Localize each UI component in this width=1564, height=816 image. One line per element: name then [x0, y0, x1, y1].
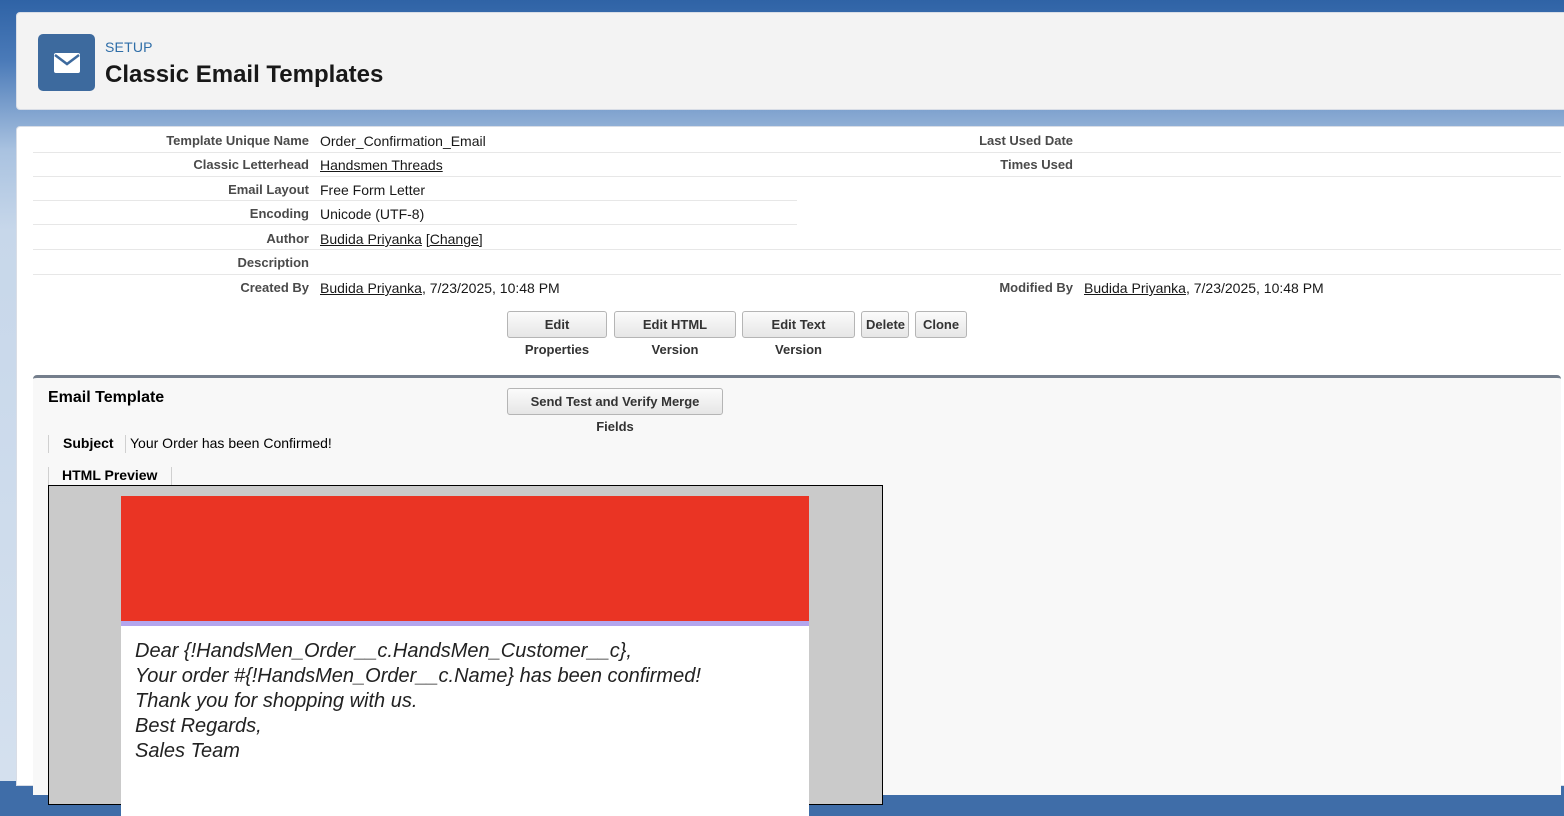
email-layout-label: Email Layout [228, 182, 309, 197]
classic-letterhead-label: Classic Letterhead [193, 157, 309, 172]
delete-button[interactable]: Delete [861, 311, 909, 338]
times-used-label: Times Used [1000, 157, 1073, 172]
edit-text-version-button[interactable]: Edit Text Version [742, 311, 855, 357]
subject-label: Subject [48, 435, 114, 453]
author-link[interactable]: Budida Priyanka [320, 231, 422, 247]
encoding-value: Unicode (UTF-8) [320, 206, 425, 222]
edit-html-version-button[interactable]: Edit HTML Version [614, 311, 736, 357]
letterhead-banner [121, 496, 809, 621]
change-author-link[interactable]: [Change] [426, 231, 483, 247]
email-line: Thank you for shopping with us. [135, 690, 418, 712]
detail-card: Template Unique Name Order_Confirmation_… [16, 126, 1564, 816]
clone-button[interactable]: Clone [915, 311, 967, 338]
email-line: Dear {!HandsMen_Order__c.HandsMen_Custom… [135, 640, 632, 662]
description-label: Description [237, 255, 309, 270]
send-test-button[interactable]: Send Test and Verify Merge Fields [507, 388, 723, 434]
template-unique-name-label: Template Unique Name [166, 133, 309, 148]
email-line: Best Regards, [135, 715, 262, 737]
email-icon [38, 34, 95, 91]
encoding-label: Encoding [249, 206, 309, 221]
email-line: Your order #{!HandsMen_Order__c.Name} ha… [135, 665, 701, 687]
letterhead-stripe [121, 621, 809, 626]
classic-letterhead-link[interactable]: Handsmen Threads [320, 157, 443, 173]
email-body: Dear {!HandsMen_Order__c.HandsMen_Custom… [121, 496, 809, 816]
modified-by-label: Modified By [999, 280, 1073, 295]
created-by-timestamp: , 7/23/2025, 10:48 PM [421, 280, 560, 296]
page-header: SETUP Classic Email Templates [16, 12, 1564, 110]
subject-value: Your Order has been Confirmed! [125, 435, 332, 453]
html-preview-frame: Dear {!HandsMen_Order__c.HandsMen_Custom… [48, 485, 883, 816]
email-template-section: Email Template Send Test and Verify Merg… [33, 375, 1561, 816]
breadcrumb: SETUP [105, 39, 153, 55]
created-by-label: Created By [240, 280, 309, 295]
detail-row [33, 226, 1561, 250]
edit-properties-button[interactable]: Edit Properties [507, 311, 607, 357]
email-message: Dear {!HandsMen_Order__c.HandsMen_Custom… [135, 639, 701, 764]
email-line: Sales Team [135, 740, 240, 762]
template-unique-name-value: Order_Confirmation_Email [320, 133, 486, 149]
author-label: Author [266, 231, 309, 246]
email-layout-value: Free Form Letter [320, 182, 426, 198]
last-used-date-label: Last Used Date [979, 133, 1073, 148]
page-title: Classic Email Templates [105, 61, 384, 88]
section-title: Email Template [48, 389, 165, 406]
modified-by-user-link[interactable]: Budida Priyanka [1084, 280, 1186, 296]
created-by-user-link[interactable]: Budida Priyanka [320, 280, 422, 296]
modified-by-timestamp: , 7/23/2025, 10:48 PM [1185, 280, 1324, 296]
html-preview-tab[interactable]: HTML Preview [48, 467, 172, 486]
